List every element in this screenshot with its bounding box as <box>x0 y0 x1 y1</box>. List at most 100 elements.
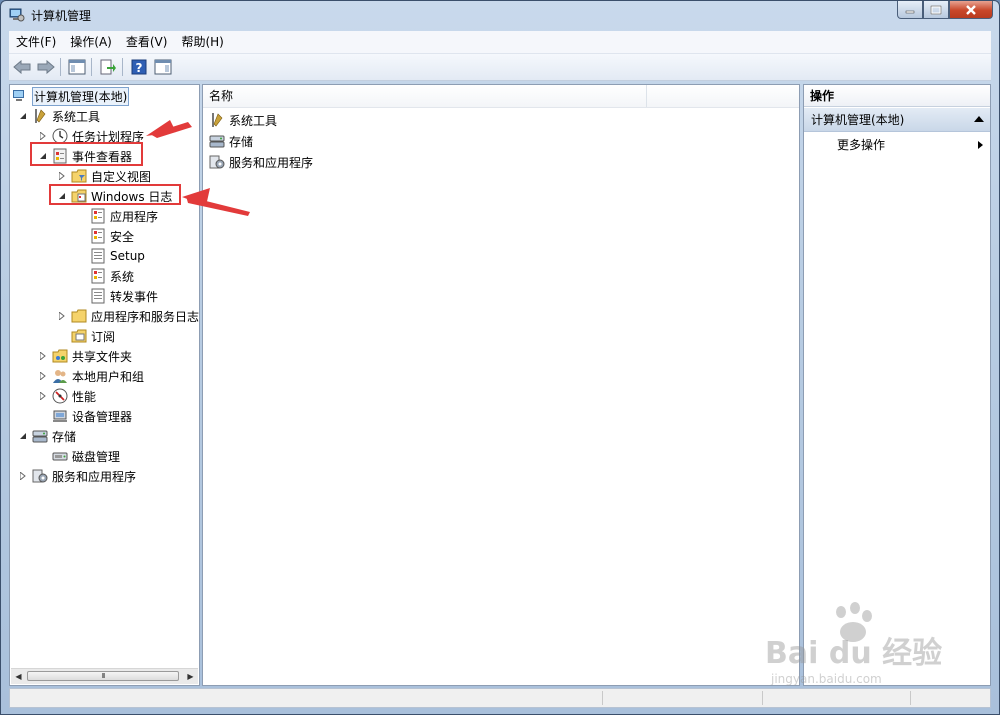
expand-arrow-icon[interactable] <box>57 171 67 181</box>
tree-label: 本地用户和组 <box>72 369 145 384</box>
title-bar[interactable]: 计算机管理 <box>1 1 999 29</box>
scroll-left-icon[interactable]: ◀ <box>11 669 26 684</box>
log-icon <box>91 268 105 284</box>
tree-node-shared-folders[interactable]: 共享文件夹 <box>52 346 132 366</box>
tree-node-subscriptions[interactable]: 订阅 <box>71 326 115 346</box>
tree-node-event-viewer[interactable]: 事件查看器 <box>52 146 132 166</box>
tree-label: 计算机管理(本地) <box>32 86 130 106</box>
tree-node-storage[interactable]: 存储 <box>32 426 76 446</box>
tree-node-forwarded-events[interactable]: 转发事件 <box>90 286 158 306</box>
actions-pane: 操作 计算机管理(本地) 更多操作 <box>803 84 991 686</box>
expand-arrow-icon[interactable] <box>18 471 28 481</box>
status-divider <box>762 691 763 705</box>
tree-node-services-apps[interactable]: 服务和应用程序 <box>32 466 136 486</box>
list-item-label: 存储 <box>229 134 254 149</box>
shared-folder-icon <box>52 349 68 363</box>
collapse-arrow-icon[interactable] <box>38 151 48 161</box>
computer-management-icon <box>9 8 25 22</box>
status-bar <box>9 688 991 708</box>
collapse-arrow-icon[interactable] <box>18 111 28 121</box>
menu-help[interactable]: 帮助(H) <box>174 32 230 52</box>
expand-arrow-icon[interactable] <box>57 311 67 321</box>
tree-label: 存储 <box>52 429 77 444</box>
help-icon: ? <box>131 59 147 75</box>
tree-node-local-users-groups[interactable]: 本地用户和组 <box>52 366 144 386</box>
expand-arrow-icon[interactable] <box>38 351 48 361</box>
forward-button[interactable] <box>35 56 57 78</box>
toolbar-separator <box>122 58 123 76</box>
folder-filter-icon <box>71 169 87 183</box>
collapse-up-icon[interactable] <box>974 116 984 122</box>
maximize-button[interactable] <box>923 1 949 19</box>
scroll-thumb[interactable]: III <box>27 671 179 681</box>
actions-section-label: 计算机管理(本地) <box>811 113 905 127</box>
tree-label: 应用程序 <box>110 209 159 224</box>
tree-label: 系统工具 <box>52 109 101 124</box>
list-item[interactable]: 存储 <box>209 131 253 151</box>
expand-arrow-icon[interactable] <box>38 131 48 141</box>
tree-label: 安全 <box>110 229 135 244</box>
export-list-button[interactable] <box>97 56 119 78</box>
close-button[interactable] <box>949 1 993 19</box>
computer-management-window: 计算机管理 文件(F) 操作(A) 查看(V) 帮助(H) ? 计算机管理(本地… <box>0 0 1000 715</box>
users-icon <box>53 370 67 383</box>
show-hide-tree-button[interactable] <box>66 56 88 78</box>
expand-arrow-icon[interactable] <box>38 371 48 381</box>
tree-node-root[interactable]: 计算机管理(本地) <box>12 86 130 106</box>
tree-node-custom-views[interactable]: 自定义视图 <box>71 166 151 186</box>
tree-node-task-scheduler[interactable]: 任务计划程序 <box>52 126 144 146</box>
collapse-arrow-icon[interactable] <box>57 191 67 201</box>
actions-section-computer-management[interactable]: 计算机管理(本地) <box>804 108 990 132</box>
tree-node-performance[interactable]: 性能 <box>52 386 96 406</box>
list-item-label: 系统工具 <box>229 113 278 128</box>
more-actions-item[interactable]: 更多操作 <box>837 135 987 155</box>
toolbar-separator <box>60 58 61 76</box>
console-tree[interactable]: 计算机管理(本地) 系统工具 任务计划程序 事件查看器 自定义视图 Window… <box>9 84 200 686</box>
back-button[interactable] <box>11 56 33 78</box>
submenu-arrow-icon <box>978 141 983 149</box>
tree-node-system-tools[interactable]: 系统工具 <box>32 106 100 126</box>
tree-label: 自定义视图 <box>91 169 152 184</box>
folder-icon <box>71 309 87 323</box>
tree-node-windows-logs[interactable]: Windows 日志 <box>71 186 172 206</box>
tree-label: 设备管理器 <box>72 409 133 424</box>
log-icon <box>91 228 105 244</box>
show-hide-action-pane-button[interactable] <box>152 56 174 78</box>
toolbar-separator <box>91 58 92 76</box>
tree-node-setup-log[interactable]: Setup <box>90 246 145 266</box>
log-plain-icon <box>91 248 105 264</box>
menu-action[interactable]: 操作(A) <box>63 32 119 52</box>
scroll-right-icon[interactable]: ▶ <box>183 669 198 684</box>
actions-header: 操作 <box>804 85 990 107</box>
tree-node-security-log[interactable]: 安全 <box>90 226 134 246</box>
list-item[interactable]: 系统工具 <box>209 110 277 130</box>
tree-label: 任务计划程序 <box>72 129 145 144</box>
tree-label: 订阅 <box>91 329 116 344</box>
help-button[interactable]: ? <box>128 56 150 78</box>
expand-arrow-icon[interactable] <box>38 391 48 401</box>
tree-label: 事件查看器 <box>72 149 133 164</box>
back-arrow-icon <box>13 60 31 74</box>
tree-node-device-manager[interactable]: 设备管理器 <box>52 406 132 426</box>
tree-horizontal-scrollbar[interactable]: ◀ III ▶ <box>11 668 198 684</box>
list-item[interactable]: 服务和应用程序 <box>209 152 313 172</box>
column-header-name[interactable]: 名称 <box>203 85 647 107</box>
tree-label: 磁盘管理 <box>72 449 121 464</box>
services-icon <box>209 155 225 169</box>
tree-node-disk-management[interactable]: 磁盘管理 <box>52 446 120 466</box>
tree-label: Setup <box>110 249 145 263</box>
minimize-icon <box>905 10 915 13</box>
clock-icon <box>52 128 68 144</box>
tree-label: 应用程序和服务日志 <box>91 309 200 324</box>
tree-node-application-log[interactable]: 应用程序 <box>90 206 158 226</box>
collapse-arrow-icon[interactable] <box>18 431 28 441</box>
menu-view[interactable]: 查看(V) <box>119 32 175 52</box>
minimize-button[interactable] <box>897 1 923 19</box>
tree-node-system-log[interactable]: 系统 <box>90 266 134 286</box>
menu-file[interactable]: 文件(F) <box>9 32 63 52</box>
tree-label: 服务和应用程序 <box>52 469 137 484</box>
toolbar: ? <box>9 54 991 81</box>
tree-node-app-service-logs[interactable]: 应用程序和服务日志 <box>71 306 199 326</box>
storage-icon <box>32 430 48 443</box>
services-icon <box>32 469 48 483</box>
